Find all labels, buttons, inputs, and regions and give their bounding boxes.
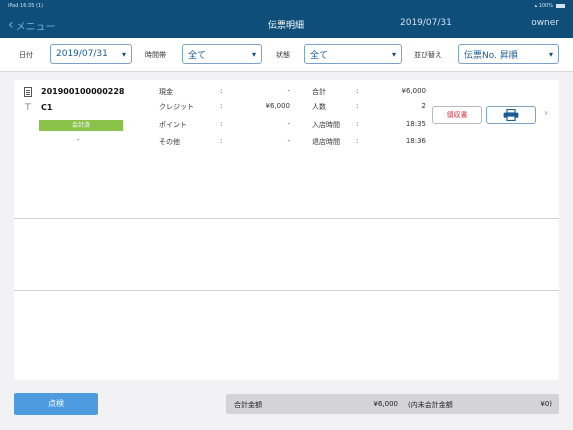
status-badge: 会計済 xyxy=(39,120,123,131)
chevron-down-icon: ▾ xyxy=(251,49,256,59)
status-bar: iPad 16:35 (1) ▴ 100% xyxy=(0,0,573,12)
payment-value: - xyxy=(287,120,290,128)
slip-row[interactable]: 201900100000228 ⊤ C1 会計済 - 現金 : - クレジット … xyxy=(14,80,559,218)
tax-value: ¥0) xyxy=(540,400,552,408)
nav-user: owner xyxy=(531,18,559,28)
battery-icon xyxy=(556,4,565,8)
table-icon: ⊤ xyxy=(24,103,32,113)
payment-value: - xyxy=(287,137,290,145)
printer-icon xyxy=(503,109,519,121)
payment-colon: : xyxy=(220,102,223,110)
chevron-down-icon: ▾ xyxy=(548,49,553,59)
document-icon xyxy=(24,87,32,97)
back-label: メニュー xyxy=(15,21,56,33)
payment-colon: : xyxy=(220,137,223,145)
time-label: 時間帯 xyxy=(145,51,166,59)
sort-label: 並び替え xyxy=(414,51,442,59)
check-button[interactable]: 点検 xyxy=(14,393,98,415)
info-value: 18:36 xyxy=(405,137,426,145)
slip-sub: - xyxy=(77,136,80,144)
info-label: 合計 xyxy=(312,88,326,96)
info-label: 入店時間 xyxy=(312,121,340,129)
back-button[interactable]: ‹ メニュー xyxy=(8,17,56,33)
info-colon: : xyxy=(356,87,359,95)
table-name: C1 xyxy=(41,103,53,112)
info-value: 18:35 xyxy=(405,120,426,128)
info-value: 2 xyxy=(421,102,426,110)
payment-value: ¥6,000 xyxy=(265,102,291,110)
row-divider xyxy=(14,290,559,291)
page-title: 伝票明細 xyxy=(267,21,304,31)
payment-value: - xyxy=(287,87,290,95)
status-right: ▴ 100% xyxy=(535,3,565,9)
payment-colon: : xyxy=(220,87,223,95)
filter-bar: 日付 2019/07/31 ▾ 時間帯 全て ▾ 状態 全て ▾ 並び替え 伝票… xyxy=(0,38,573,72)
nav-date: 2019/07/31 xyxy=(400,18,452,28)
chevron-right-icon[interactable]: › xyxy=(544,108,548,119)
payment-label: 現金 xyxy=(159,88,173,96)
total-bar: 合計金額 ¥6,000 (内未会計金額 ¥0) xyxy=(226,394,559,414)
payment-label: ポイント xyxy=(159,121,187,129)
time-select[interactable]: 全て ▾ xyxy=(182,44,262,64)
nav-bar: ‹ メニュー 伝票明細 2019/07/31 owner xyxy=(0,12,573,38)
slip-number: 201900100000228 xyxy=(41,87,125,96)
time-value: 全て xyxy=(188,50,207,61)
total-label: 合計金額 xyxy=(234,401,262,409)
sort-value: 伝票No. 昇順 xyxy=(464,50,518,61)
status-label: 状態 xyxy=(276,51,290,59)
slip-list: 201900100000228 ⊤ C1 会計済 - 現金 : - クレジット … xyxy=(14,80,559,380)
status-select[interactable]: 全て ▾ xyxy=(304,44,402,64)
date-value: 2019/07/31 xyxy=(56,49,108,59)
date-label: 日付 xyxy=(19,51,33,59)
print-button[interactable] xyxy=(486,106,536,124)
receipt-button[interactable]: 領収書 xyxy=(432,106,482,124)
info-label: 人数 xyxy=(312,103,326,111)
info-colon: : xyxy=(356,120,359,128)
info-colon: : xyxy=(356,137,359,145)
payment-colon: : xyxy=(220,120,223,128)
date-select[interactable]: 2019/07/31 ▾ xyxy=(50,44,132,64)
battery-label: ▴ 100% xyxy=(534,3,553,9)
total-value: ¥6,000 xyxy=(373,400,399,408)
payment-label: クレジット xyxy=(159,103,194,111)
chevron-down-icon: ▾ xyxy=(121,49,126,59)
chevron-down-icon: ▾ xyxy=(391,49,396,59)
info-value: ¥6,000 xyxy=(401,87,427,95)
payment-label: その他 xyxy=(159,138,180,146)
status-left: iPad 16:35 (1) xyxy=(8,3,44,9)
chevron-left-icon: ‹ xyxy=(8,17,14,33)
tax-label: (内未会計金額 xyxy=(408,401,453,409)
sort-select[interactable]: 伝票No. 昇順 ▾ xyxy=(458,44,559,64)
status-value: 全て xyxy=(310,50,329,61)
info-colon: : xyxy=(356,102,359,110)
info-label: 退店時間 xyxy=(312,138,340,146)
row-divider xyxy=(14,218,559,219)
